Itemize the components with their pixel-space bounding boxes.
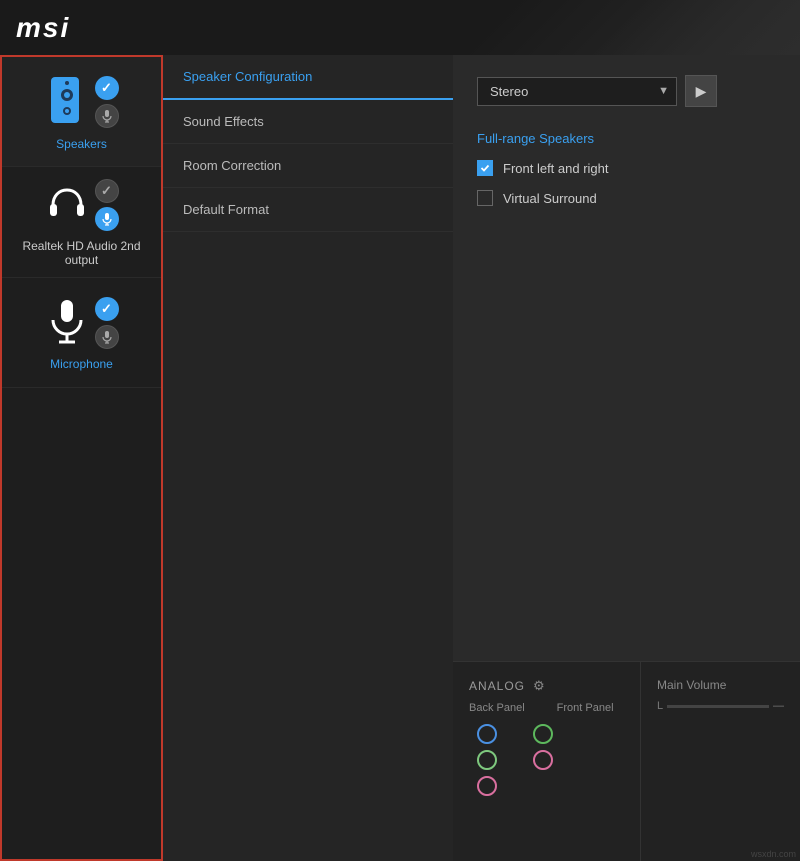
volume-bar: L — — [657, 700, 784, 712]
realtek-label: Realtek HD Audio 2nd output — [10, 239, 153, 267]
next-button[interactable]: ▶ — [685, 75, 717, 107]
tab-speaker-configuration[interactable]: Speaker Configuration — [163, 55, 453, 100]
bottom-panel: ANALOG ⚙ Back Panel Front Panel — [453, 661, 800, 861]
connector-blue[interactable] — [477, 724, 497, 744]
connector-grid — [469, 724, 624, 796]
analog-title: ANALOG — [469, 679, 525, 693]
header-bg-decoration — [500, 0, 800, 55]
microphone-icons-row: ✓ — [45, 297, 119, 349]
analog-header: ANALOG ⚙ — [469, 678, 624, 694]
msi-logo: msi — [16, 12, 70, 44]
virtual-surround-row: Virtual Surround — [477, 190, 776, 206]
right-panel: Stereo Quadraphonic 5.1 Surround 7.1 Sur… — [453, 55, 800, 861]
connector-green2[interactable] — [477, 750, 497, 770]
analog-panel: ANALOG ⚙ Back Panel Front Panel — [453, 661, 640, 861]
stereo-dropdown[interactable]: Stereo Quadraphonic 5.1 Surround 7.1 Sur… — [477, 77, 677, 106]
dropdown-row: Stereo Quadraphonic 5.1 Surround 7.1 Sur… — [477, 75, 776, 107]
main-layout: ✓ Speakers — [0, 55, 800, 861]
volume-title: Main Volume — [657, 678, 784, 692]
volume-panel: Main Volume L — — [640, 661, 800, 861]
microphone-check-badge: ✓ — [95, 297, 119, 321]
connector-pink2[interactable] — [477, 776, 497, 796]
volume-channel-label: L — [657, 700, 663, 712]
full-range-speakers-title: Full-range Speakers — [477, 131, 776, 146]
speakers-secondary-icons: ✓ — [95, 76, 119, 128]
connector-pink[interactable] — [533, 750, 553, 770]
front-lr-row: Front left and right — [477, 160, 776, 176]
connector-row-3 — [477, 776, 624, 796]
speakers-mic-badge — [95, 104, 119, 128]
front-lr-checkbox[interactable] — [477, 160, 493, 176]
front-lr-label: Front left and right — [503, 161, 609, 176]
realtek-mic-badge — [95, 207, 119, 231]
volume-track[interactable] — [667, 705, 769, 708]
realtek-secondary-icons: ✓ — [95, 179, 119, 231]
gear-icon[interactable]: ⚙ — [533, 678, 545, 694]
realtek-icons-row: ✓ — [45, 179, 119, 231]
microphone-label: Microphone — [50, 357, 113, 371]
sidebar-item-speakers[interactable]: ✓ Speakers — [2, 57, 161, 167]
tab-room-correction[interactable]: Room Correction — [163, 144, 453, 188]
connector-green-light[interactable] — [533, 724, 553, 744]
sidebar-item-realtek[interactable]: ✓ Realtek HD Audio 2nd output — [2, 167, 161, 278]
headphone-icon — [45, 183, 89, 227]
speakers-icons-row: ✓ — [45, 75, 119, 129]
sidebar-item-microphone[interactable]: ✓ Microphone — [2, 278, 161, 388]
stereo-dropdown-wrapper: Stereo Quadraphonic 5.1 Surround 7.1 Sur… — [477, 77, 677, 106]
microphone-mic-badge — [95, 325, 119, 349]
tab-sound-effects[interactable]: Sound Effects — [163, 100, 453, 144]
microphone-icon — [45, 298, 89, 348]
front-panel-label: Front Panel — [557, 702, 614, 714]
tab-default-format[interactable]: Default Format — [163, 188, 453, 232]
virtual-surround-checkbox[interactable] — [477, 190, 493, 206]
volume-dash: — — [773, 700, 784, 712]
back-panel-label: Back Panel — [469, 702, 525, 714]
speakers-check-badge: ✓ — [95, 76, 119, 100]
header: msi — [0, 0, 800, 55]
watermark: wsxdn.com — [751, 849, 796, 859]
panel-labels: Back Panel Front Panel — [469, 702, 624, 714]
connector-row-1 — [477, 724, 624, 744]
speakers-label: Speakers — [56, 137, 107, 151]
center-panel: Speaker Configuration Sound Effects Room… — [163, 55, 453, 861]
microphone-secondary-icons: ✓ — [95, 297, 119, 349]
virtual-surround-label: Virtual Surround — [503, 191, 597, 206]
sidebar: ✓ Speakers — [0, 55, 163, 861]
realtek-check-badge: ✓ — [95, 179, 119, 203]
connector-row-2 — [477, 750, 624, 770]
speaker-icon — [45, 75, 89, 129]
